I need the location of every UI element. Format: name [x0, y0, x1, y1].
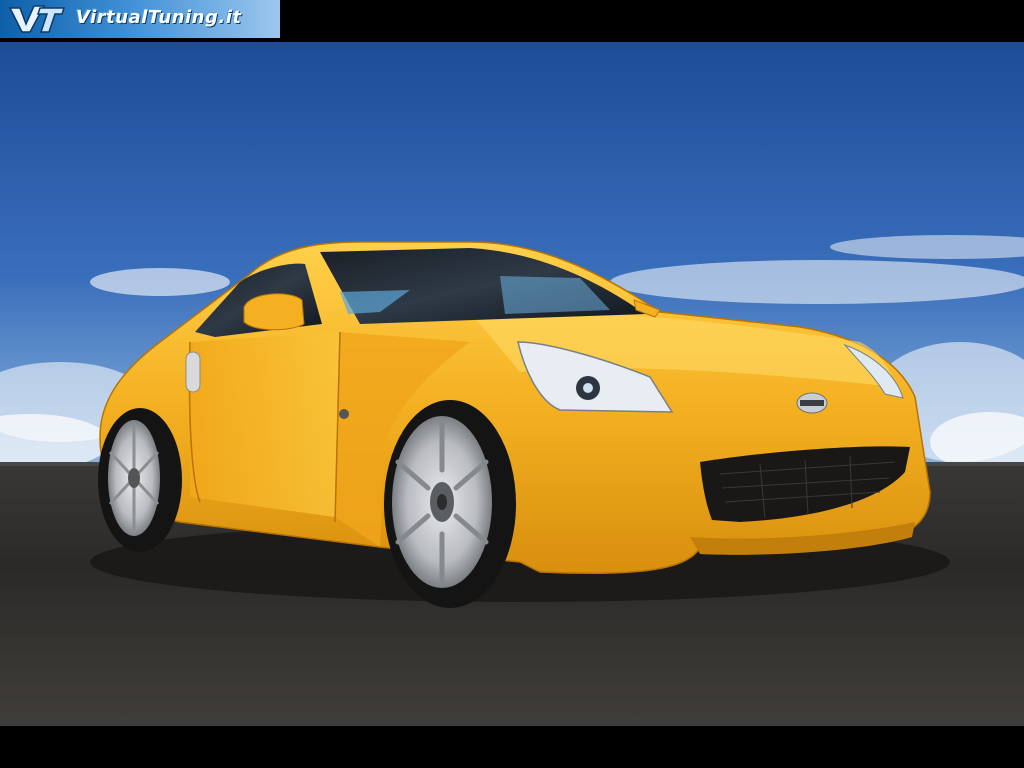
front-wheel [384, 400, 516, 608]
bottom-letterbox-bar [0, 726, 1024, 768]
car-photo-illustration [0, 42, 1024, 726]
vt-logo-icon [8, 5, 66, 33]
top-letterbox-bar: VirtualTuning.it [0, 0, 1024, 42]
watermark-text: VirtualTuning.it [76, 7, 242, 28]
wallpaper-frame: VirtualTuning.it [0, 0, 1024, 768]
site-watermark: VirtualTuning.it [0, 0, 280, 38]
car-photo [0, 42, 1024, 726]
rear-wheel [98, 408, 182, 552]
